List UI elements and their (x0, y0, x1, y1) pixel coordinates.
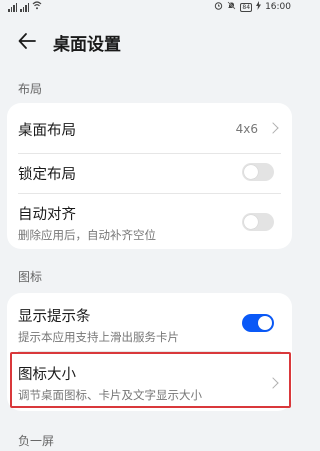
show-hint-row: 显示提示条 提示本应用支持上滑出服务卡片 (7, 293, 292, 351)
alarm-icon (214, 1, 223, 13)
wifi-icon (32, 1, 42, 13)
charging-icon (256, 1, 262, 13)
show-hint-toggle[interactable] (242, 314, 274, 332)
row-title: 显示提示条 (18, 309, 91, 325)
row-title: 桌面布局 (18, 123, 76, 139)
signal-icon (8, 2, 17, 12)
row-subtitle: 提示本应用支持上滑出服务卡片 (18, 330, 179, 344)
section-label-minus-one: 负一屏 (18, 434, 55, 448)
section-label-icons: 图标 (18, 270, 43, 284)
battery-icon: 84 (240, 2, 253, 12)
signal-icon (20, 2, 29, 12)
page-title: 桌面设置 (53, 35, 121, 55)
row-title: 锁定布局 (18, 167, 76, 183)
row-title: 自动对齐 (18, 207, 76, 223)
auto-align-row: 自动对齐 删除应用后，自动补齐空位 (7, 193, 292, 249)
back-arrow-icon[interactable] (16, 30, 38, 52)
chevron-right-icon (267, 122, 279, 134)
clock-time: 16:00 (265, 2, 291, 12)
row-subtitle: 删除应用后，自动补齐空位 (18, 228, 156, 242)
app-bar: 桌面设置 (0, 22, 299, 58)
highlight-box (10, 352, 291, 408)
layout-card: 桌面布局 4x6 锁定布局 自动对齐 删除应用后，自动补齐空位 (7, 103, 292, 249)
mute-icon (227, 1, 236, 13)
section-label-layout: 布局 (18, 82, 43, 96)
auto-align-toggle[interactable] (242, 213, 274, 231)
layout-value: 4x6 (235, 122, 258, 136)
lock-layout-toggle[interactable] (242, 163, 274, 181)
desktop-layout-row[interactable]: 桌面布局 4x6 (7, 103, 292, 153)
lock-layout-row: 锁定布局 (7, 153, 292, 193)
status-bar: 84 16:00 (0, 0, 299, 14)
